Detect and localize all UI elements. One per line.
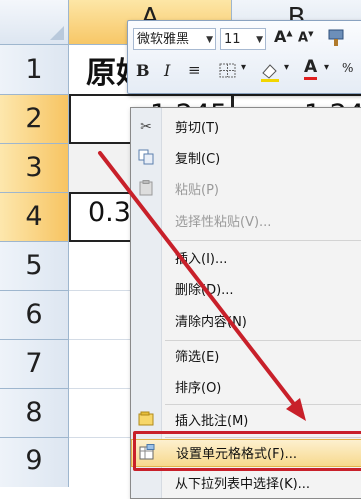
annotation-arrow	[98, 151, 306, 421]
